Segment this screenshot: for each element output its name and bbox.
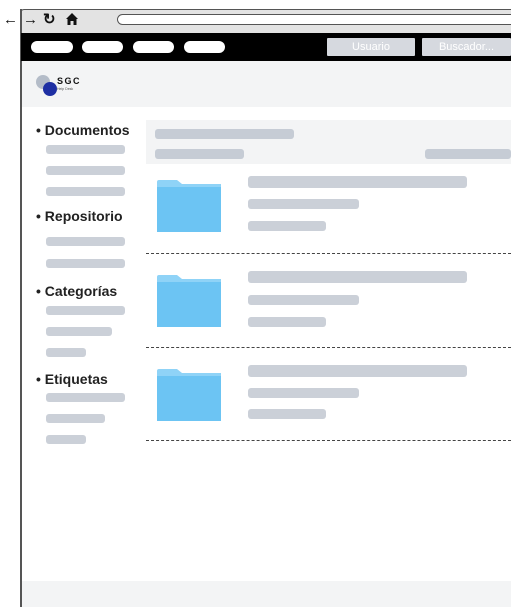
nav-menu-item[interactable] xyxy=(82,41,123,53)
content-title-placeholder xyxy=(155,129,294,139)
sidebar-item-placeholder[interactable] xyxy=(46,348,86,357)
sidebar-item-placeholder[interactable] xyxy=(46,259,125,268)
home-icon[interactable] xyxy=(64,11,80,30)
folder-icon[interactable] xyxy=(157,275,221,327)
content-subtitle-placeholder xyxy=(155,149,244,159)
sidebar-item-placeholder[interactable] xyxy=(46,306,125,315)
app-logo[interactable]: SGC Help Desk xyxy=(36,73,96,99)
folder-icon[interactable] xyxy=(157,369,221,421)
logo-subtitle: Help Desk xyxy=(57,87,73,91)
nav-menu-item[interactable] xyxy=(133,41,174,53)
sidebar-item-placeholder[interactable] xyxy=(46,237,125,246)
back-arrow-icon[interactable]: ← xyxy=(3,12,18,27)
item-meta-placeholder xyxy=(248,221,326,231)
sidebar-section-categorias[interactable]: • Categorías xyxy=(36,283,117,299)
folder-icon[interactable] xyxy=(157,180,221,232)
reload-icon[interactable]: ↻ xyxy=(43,12,56,27)
item-title-placeholder[interactable] xyxy=(248,176,467,188)
item-meta-placeholder xyxy=(248,409,326,419)
address-bar[interactable] xyxy=(117,14,511,25)
row-divider xyxy=(146,253,511,254)
top-navbar: Usuario Buscador... xyxy=(21,33,511,61)
sidebar-section-documentos[interactable]: • Documentos xyxy=(36,122,130,138)
content-filter-bar xyxy=(146,120,511,164)
nav-menu-item[interactable] xyxy=(184,41,225,53)
item-title-placeholder[interactable] xyxy=(248,365,467,377)
sidebar-section-repositorio[interactable]: • Repositorio xyxy=(36,208,123,224)
sidebar-item-placeholder[interactable] xyxy=(46,393,125,402)
row-divider xyxy=(146,440,511,441)
item-meta-placeholder xyxy=(248,199,359,209)
item-meta-placeholder xyxy=(248,388,359,398)
nav-menu-item[interactable] xyxy=(31,41,73,53)
sidebar-section-etiquetas[interactable]: • Etiquetas xyxy=(36,371,108,387)
sidebar-item-placeholder[interactable] xyxy=(46,414,105,423)
sidebar-item-placeholder[interactable] xyxy=(46,145,125,154)
sidebar-item-placeholder[interactable] xyxy=(46,166,125,175)
item-meta-placeholder xyxy=(248,317,326,327)
forward-arrow-icon[interactable]: → xyxy=(23,12,38,27)
logo-text: SGC xyxy=(57,76,81,86)
item-title-placeholder[interactable] xyxy=(248,271,467,283)
sidebar-item-placeholder[interactable] xyxy=(46,327,112,336)
sidebar-item-placeholder[interactable] xyxy=(46,435,86,444)
sidebar-item-placeholder[interactable] xyxy=(46,187,125,196)
app-footer xyxy=(22,581,511,607)
item-meta-placeholder xyxy=(248,295,359,305)
row-divider xyxy=(146,347,511,348)
search-button[interactable]: Buscador... xyxy=(422,38,511,56)
user-button[interactable]: Usuario xyxy=(327,38,415,56)
content-sort-placeholder[interactable] xyxy=(425,149,511,159)
